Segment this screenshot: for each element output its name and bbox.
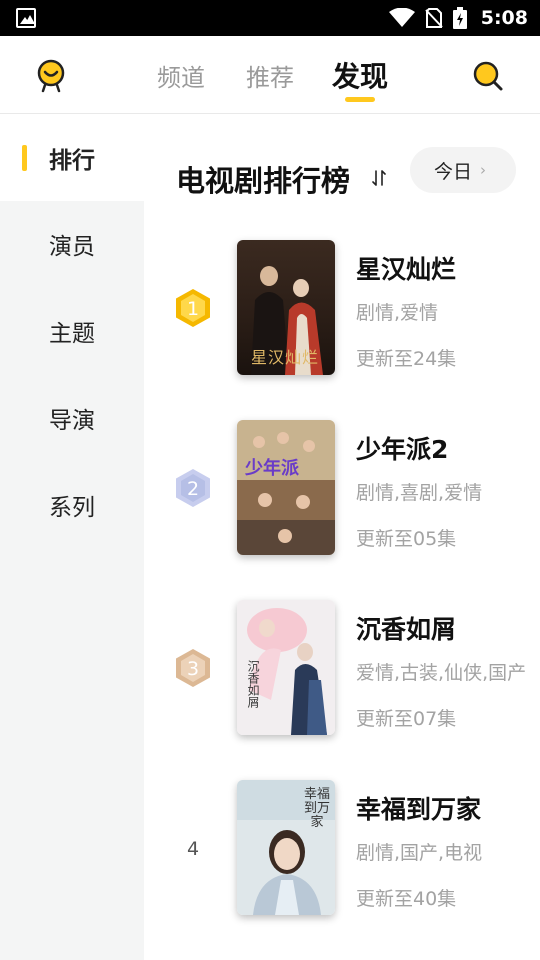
period-selector-button[interactable]: 今日 › [410,147,516,193]
search-icon[interactable] [472,60,504,92]
battery-charging-icon [452,7,467,29]
poster-image[interactable]: 沉香如屑 [237,600,335,735]
ranking-list-item[interactable]: 1 星汉灿烂 星汉灿烂 剧情,爱情 更新至24集 [144,240,540,376]
sidebar-active-indicator [22,145,27,171]
poster-title-art: 沉香如屑 [246,660,260,708]
episode-status: 更新至05集 [356,528,457,550]
sidebar-item-label: 导演 [49,408,95,434]
tab-channel[interactable]: 频道 [157,58,205,93]
sidebar-item-directors[interactable]: 导演 [0,375,144,461]
poster-image[interactable]: 幸福到万家 [237,780,335,915]
show-title: 幸福到万家 [356,795,482,824]
show-title: 少年派2 [356,435,449,464]
ranking-list-item[interactable]: 4 幸福到万家 幸福到万家 剧情,国产,电视 更新至40集 [144,780,540,916]
episode-status: 更新至07集 [356,708,457,730]
category-sidebar: 排行 演员 主题 导演 系列 [0,115,144,960]
clock: 5:08 [480,7,528,29]
show-genres: 剧情,爱情 [356,302,439,324]
ranking-title: 电视剧排行榜 [176,164,351,198]
poster-image[interactable]: 星汉灿烂 [237,240,335,375]
chevron-right-icon: › [480,161,487,179]
show-title: 星汉灿烂 [356,255,457,284]
ranking-panel: 电视剧排行榜 今日 › 1 星汉灿烂 星汉灿烂 剧情,爱情 更新至24集 2 少… [144,115,540,960]
tab-discover[interactable]: 发现 [332,55,388,95]
ranking-list-item[interactable]: 2 少年派 少年派2 剧情,喜剧,爱情 更新至05集 [144,420,540,556]
poster-image[interactable]: 少年派 [237,420,335,555]
sidebar-item-series[interactable]: 系列 [0,462,144,548]
sort-toggle-icon[interactable] [372,170,386,186]
poster-title-art: 少年派 [245,458,299,479]
sidebar-item-label: 演员 [49,234,95,260]
active-tab-indicator [345,97,375,102]
wifi-icon [388,8,415,27]
gallery-notification-icon [16,8,36,28]
sidebar-item-actors[interactable]: 演员 [0,201,144,287]
status-bar: 5:08 [0,0,540,36]
show-genres: 剧情,喜剧,爱情 [356,482,483,504]
poster-title-art: 幸福到万家 [303,787,330,830]
ranking-list-item[interactable]: 3 沉香如屑 沉香如屑 爱情,古装,仙侠,国产 更新至07集 [144,600,540,736]
poster-title-art: 星汉灿烂 [251,348,320,367]
show-title: 沉香如屑 [356,615,457,644]
episode-status: 更新至40集 [356,888,457,910]
show-genres: 剧情,国产,电视 [356,842,483,864]
sidebar-item-label: 主题 [49,321,95,347]
rank-number: 2 [186,478,200,500]
tab-recommend[interactable]: 推荐 [246,58,294,93]
sidebar-item-label: 排行 [49,148,95,174]
sidebar-item-label: 系列 [49,495,95,521]
show-genres: 爱情,古装,仙侠,国产 [356,662,527,684]
no-sim-icon [425,8,443,28]
rank-number: 3 [186,658,200,680]
top-header: 频道 推荐 发现 [0,36,540,114]
sidebar-item-topics[interactable]: 主题 [0,288,144,374]
rank-number: 4 [186,838,200,860]
episode-status: 更新至24集 [356,348,457,370]
sidebar-item-ranking[interactable]: 排行 [0,115,144,201]
period-selector-label: 今日 [434,160,473,183]
rank-number: 1 [186,298,200,320]
